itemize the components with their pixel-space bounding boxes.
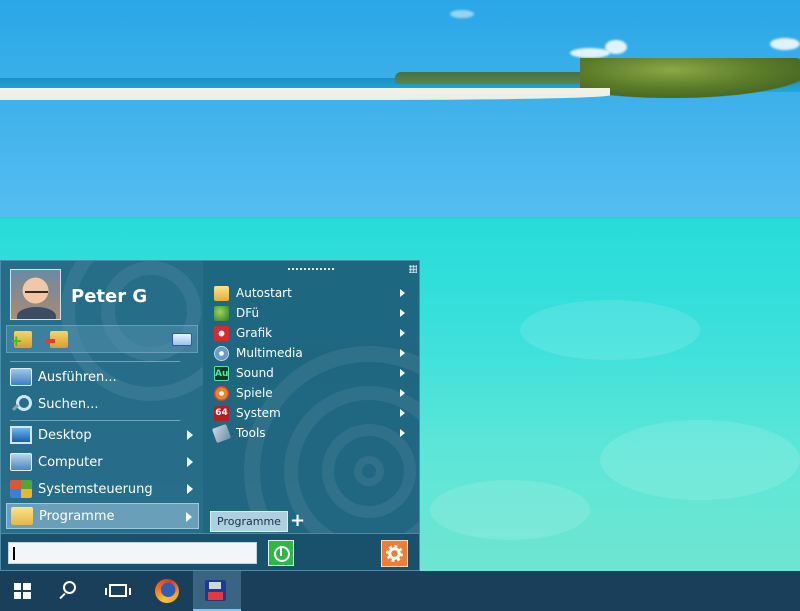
cloud <box>770 38 800 50</box>
chevron-right-icon <box>400 409 405 417</box>
water-ripple <box>520 300 700 360</box>
search-input[interactable] <box>9 544 256 564</box>
menu-item-search[interactable]: Suchen... <box>6 391 199 417</box>
floppy-disk-icon <box>205 580 226 601</box>
tools-icon <box>211 423 232 443</box>
programs-folder-icon <box>11 507 33 525</box>
avatar[interactable] <box>10 268 61 320</box>
start-button[interactable] <box>0 571 48 611</box>
program-item-label: Multimedia <box>236 346 303 360</box>
program-item-multimedia[interactable]: Multimedia <box>214 343 410 363</box>
water-ripple <box>430 480 590 540</box>
menu-item-desktop[interactable]: Desktop <box>6 422 199 448</box>
user-name: Peter G <box>71 285 148 307</box>
search-icon <box>63 581 76 594</box>
firefox-button[interactable] <box>145 571 193 611</box>
graphics-icon <box>214 325 229 341</box>
chevron-right-icon <box>186 512 192 522</box>
run-icon <box>10 368 32 386</box>
program-item-spiele[interactable]: Spiele <box>214 383 410 403</box>
program-item-tools[interactable]: Tools <box>211 423 410 443</box>
search-button[interactable] <box>48 571 96 611</box>
separator <box>10 420 180 421</box>
menu-item-label: Systemsteuerung <box>38 481 153 497</box>
chevron-right-icon <box>400 389 405 397</box>
avatar-shirt <box>17 306 56 319</box>
program-item-label: DFü <box>236 306 260 320</box>
firefox-icon <box>155 579 179 603</box>
program-item-label: System <box>236 406 281 420</box>
desktop-icon <box>10 426 32 444</box>
gear-icon <box>386 545 403 562</box>
menu-item-control-panel[interactable]: Systemsteuerung <box>6 476 199 502</box>
folder-icon <box>214 285 229 301</box>
chevron-right-icon <box>187 457 193 467</box>
program-item-label: Grafik <box>236 326 273 340</box>
remove-folder-icon[interactable] <box>46 331 68 348</box>
water-ripple <box>600 420 800 500</box>
add-folder-icon[interactable] <box>10 331 32 348</box>
media-disc-icon <box>214 345 229 361</box>
menu-item-programs[interactable]: Programme <box>6 503 199 529</box>
menu-item-label: Computer <box>38 454 103 470</box>
quick-actions-bar <box>6 325 198 353</box>
windows-logo-icon <box>14 583 31 599</box>
chevron-right-icon <box>187 484 193 494</box>
drag-handle[interactable] <box>288 268 334 270</box>
separator <box>10 361 180 362</box>
text-caret <box>13 547 15 560</box>
app-button[interactable] <box>193 571 241 611</box>
task-view-icon <box>105 584 131 597</box>
chevron-right-icon <box>187 430 193 440</box>
network-icon <box>214 305 229 321</box>
cloud <box>605 40 627 54</box>
program-item-label: Autostart <box>236 286 292 300</box>
tab-programme[interactable]: Programme <box>210 511 288 532</box>
chevron-right-icon <box>400 369 405 377</box>
menu-item-label: Programme <box>39 508 115 524</box>
program-item-dfu[interactable]: DFü <box>214 303 410 323</box>
program-item-system[interactable]: 64 System <box>214 403 410 423</box>
add-tab-button[interactable]: + <box>290 511 305 531</box>
games-icon <box>214 385 229 401</box>
chevron-right-icon <box>400 429 405 437</box>
resize-grip-icon[interactable] <box>409 265 417 273</box>
menu-item-label: Ausführen... <box>38 369 117 385</box>
power-button[interactable] <box>268 540 294 566</box>
program-item-sound[interactable]: Au Sound <box>214 363 410 383</box>
settings-button[interactable] <box>381 540 408 567</box>
sand-beach <box>0 88 610 100</box>
cloud <box>450 10 474 18</box>
chevron-right-icon <box>400 329 405 337</box>
menu-item-label: Desktop <box>38 427 92 443</box>
chevron-right-icon <box>400 309 405 317</box>
program-item-label: Spiele <box>236 386 273 400</box>
computer-icon <box>10 453 32 471</box>
program-item-grafik[interactable]: Grafik <box>214 323 410 343</box>
avatar-glasses <box>25 290 48 296</box>
menu-item-run[interactable]: Ausführen... <box>6 364 199 390</box>
task-view-button[interactable] <box>96 571 144 611</box>
program-item-label: Sound <box>236 366 274 380</box>
user-header[interactable]: Peter G <box>10 268 147 320</box>
chevron-right-icon <box>400 349 405 357</box>
chevron-right-icon <box>400 289 405 297</box>
control-panel-icon <box>10 480 32 498</box>
decoration-ring <box>354 456 384 486</box>
start-menu: Peter G Ausführen... Suchen... Desktop C… <box>0 260 420 571</box>
menu-item-label: Suchen... <box>38 396 99 412</box>
search-field[interactable] <box>8 542 257 564</box>
program-item-autostart[interactable]: Autostart <box>214 283 410 303</box>
distant-island <box>395 72 585 84</box>
cloud <box>570 48 610 58</box>
start-menu-footer <box>1 533 419 570</box>
menu-item-computer[interactable]: Computer <box>6 449 199 475</box>
program-item-label: Tools <box>236 426 266 440</box>
search-icon <box>10 395 32 413</box>
c64-icon: 64 <box>214 405 229 421</box>
taskbar <box>0 571 800 611</box>
island <box>580 58 800 98</box>
audition-icon: Au <box>214 365 229 381</box>
drive-icon[interactable] <box>172 333 192 346</box>
